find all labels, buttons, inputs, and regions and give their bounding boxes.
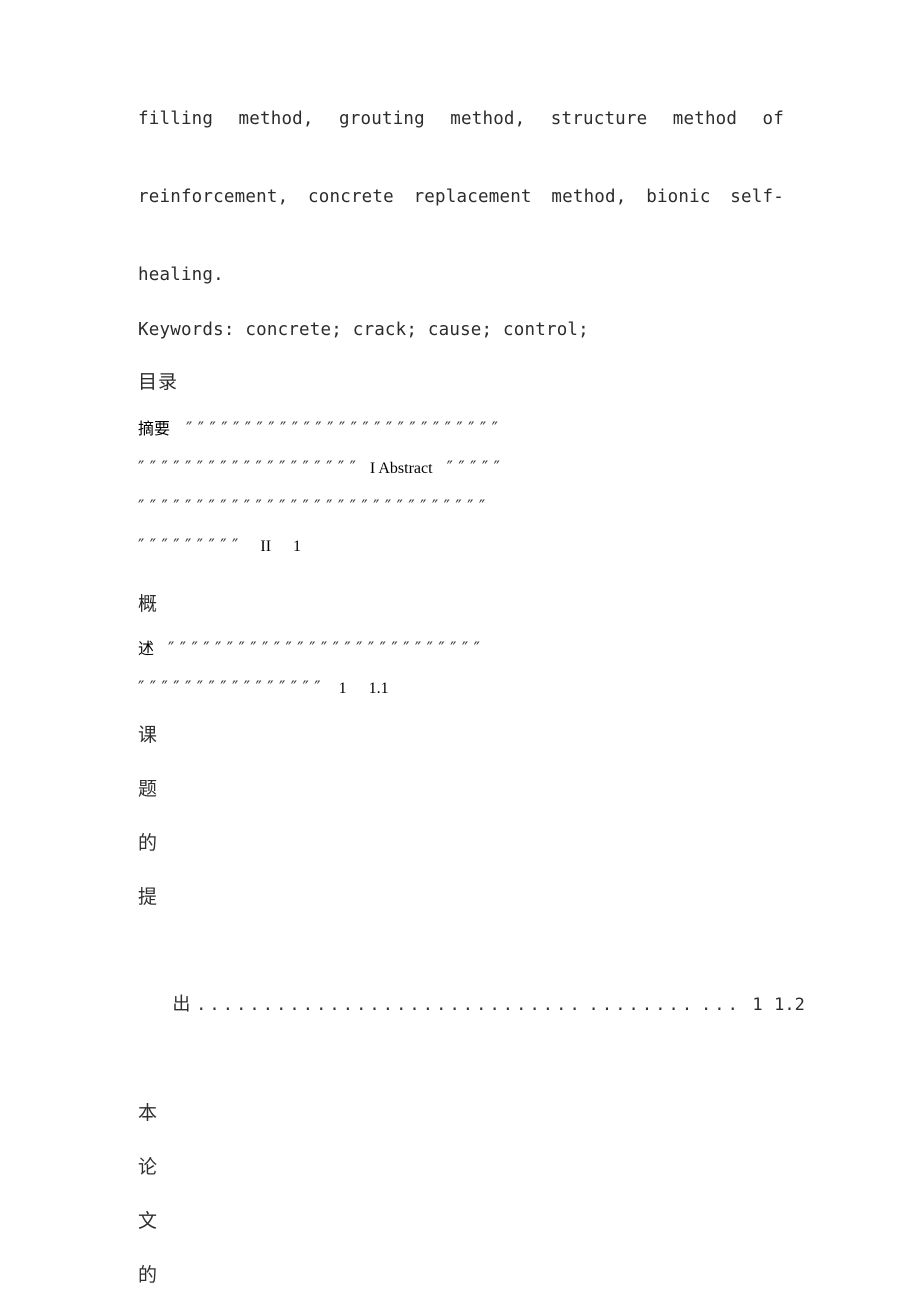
toc-row-chu: 出 ............................. ........… (138, 924, 805, 1086)
toc-leader-gaishu-2: ″ ″ ″ ″ ″ ″ ″ ″ ″ ″ ″ ″ ″ ″ ″ ″ (138, 678, 321, 698)
toc-page-gaishu: 1 (338, 680, 347, 697)
toc-row-gaishu-2: ″ ″ ″ ″ ″ ″ ″ ″ ″ ″ ″ ″ ″ ″ ″ ″ 1 1.1 (138, 669, 784, 708)
toc-page-zhaiyao: II (260, 538, 272, 555)
abstract-keywords-gap (138, 295, 784, 311)
abstract-tail-line-2: reinforcement, concrete replacement meth… (138, 187, 784, 207)
toc-char-ti2: 提 (138, 886, 158, 908)
toc-row-zhaiyao-2: ″ ″ ″ ″ ″ ″ ″ ″ ″ ″ ″ ″ ″ ″ ″ ″ ″ ″ ″ I … (138, 449, 784, 488)
toc-row-shu: 述 ″ ″ ″ ″ ″ ″ ″ ″ ″ ″ ″ ″ ″ ″ ″ ″ ″ ″ ″ … (138, 630, 784, 669)
toc-char-lun: 论 (138, 1156, 158, 1178)
toc-char-ti: 题 (138, 778, 158, 800)
toc-char-chu: 出 (172, 994, 191, 1015)
top-spacer (138, 0, 784, 100)
toc-leader-gaishu-1: ″ ″ ″ ″ ″ ″ ″ ″ ″ ″ ″ ″ ″ ″ ″ ″ ″ ″ ″ ″ … (168, 639, 480, 659)
toc-section-number-11: 1.1 (368, 680, 389, 697)
toc-dots-run-2: ........ (588, 995, 696, 1015)
toc-leader-zhaiyao-2-post: ″ ″ ″ ″ ″ (446, 458, 500, 478)
toc-char-de: 的 (138, 832, 158, 854)
keywords-line: Keywords: concrete; crack; cause; contro… (138, 320, 589, 340)
toc-row-zhaiyao-3: ″ ″ ″ ″ ″ ″ ″ ″ ″ ″ ″ ″ ″ ″ ″ ″ ″ ″ ″ ″ … (138, 488, 784, 527)
toc-heading-gap (138, 402, 784, 410)
toc-label-gai: 概 (138, 593, 159, 615)
toc-section-number-12: 1.2 (774, 995, 805, 1015)
toc-label-shu: 述 (138, 641, 155, 658)
keywords-toc-gap (138, 350, 784, 362)
toc-dots-run-3: ... (700, 995, 741, 1015)
toc-page-ketidetichu: 1 (752, 995, 763, 1015)
document-page: filling method, grouting method, structu… (0, 0, 920, 1302)
toc-char-ben: 本 (138, 1102, 158, 1124)
toc-dots-run-1: ............................. (196, 995, 583, 1015)
toc-leader-zhaiyao-1: ″ ″ ″ ″ ″ ″ ″ ″ ″ ″ ″ ″ ″ ″ ″ ″ ″ ″ ″ ″ … (186, 419, 498, 439)
toc-char-wen: 文 (138, 1210, 158, 1232)
toc-row-zhaiyao-1: 摘要 ″ ″ ″ ″ ″ ″ ″ ″ ″ ″ ″ ″ ″ ″ ″ ″ ″ ″ ″… (138, 410, 784, 449)
toc-inline-title-abstract: I Abstract (369, 460, 433, 477)
toc-char-de2: 的 (138, 1264, 158, 1286)
toc-char-ke: 课 (138, 724, 158, 746)
abstract-tail-line-1: filling method, grouting method, structu… (138, 109, 784, 129)
toc-row-zhaiyao-4: ″ ″ ″ ″ ″ ″ ″ ″ ″ II 1 (138, 527, 784, 566)
toc-leader-zhaiyao-3: ″ ″ ″ ″ ″ ″ ″ ″ ″ ″ ″ ″ ″ ″ ″ ″ ″ ″ ″ ″ … (138, 497, 486, 517)
toc-leader-zhaiyao-2-pre: ″ ″ ″ ″ ″ ″ ″ ″ ″ ″ ″ ″ ″ ″ ″ ″ ″ ″ ″ (138, 458, 356, 478)
toc-next-number-1: 1 (293, 538, 302, 555)
toc-gap-1 (138, 566, 784, 578)
page-content: filling method, grouting method, structu… (138, 0, 805, 1302)
toc-heading: 目录 (138, 371, 179, 393)
abstract-tail-line-3: healing. (138, 265, 224, 285)
toc-label-zhaiyao: 摘要 (138, 421, 171, 438)
toc-leader-zhaiyao-4: ″ ″ ″ ″ ″ ″ ″ ″ ″ (138, 536, 239, 556)
